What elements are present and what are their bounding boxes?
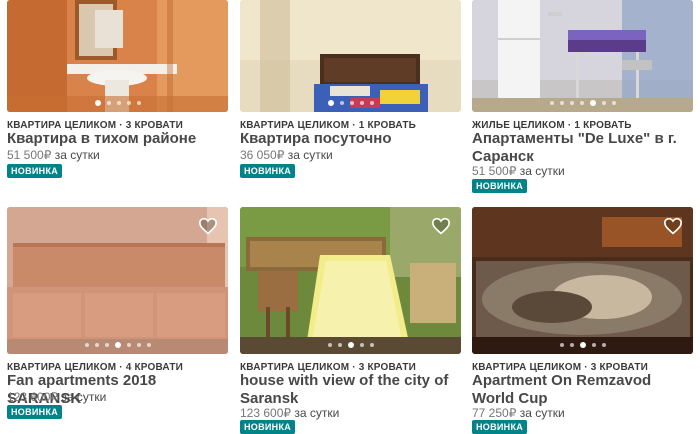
listing-title[interactable]: Апартаменты "De Luxe" в г. Саранск (472, 130, 693, 166)
listing-card[interactable]: КВАРТИРА ЦЕЛИКОМ · 1 КРОВАТЬ Квартира по… (240, 0, 461, 180)
bedroom-photo-icon (472, 207, 693, 354)
listing-photo[interactable] (240, 207, 461, 354)
listing-price: 51 500₽ за сутки (7, 148, 100, 162)
listing-photo[interactable] (472, 207, 693, 354)
new-badge: НОВИНКА (7, 405, 63, 419)
carousel-dots[interactable] (472, 342, 693, 348)
listing-price: 36 050₽ за сутки (240, 148, 333, 162)
listing-title[interactable]: Квартира посуточно (240, 130, 461, 148)
new-badge: НОВИНКА (240, 164, 296, 178)
dining-photo-icon (240, 207, 461, 354)
listing-card[interactable]: ЖИЛЬЕ ЦЕЛИКОМ · 1 КРОВАТЬ Апартаменты "D… (472, 0, 693, 195)
listing-price: 123 600₽ за сутки (240, 406, 340, 420)
listing-title[interactable]: house with view of the city of Saransk (240, 372, 461, 408)
kitchen-photo-icon (472, 0, 693, 112)
new-badge: НОВИНКА (240, 420, 296, 434)
listing-card[interactable]: КВАРТИРА ЦЕЛИКОМ · 3 КРОВАТИ Apartment O… (472, 207, 693, 434)
carousel-dots[interactable] (7, 100, 228, 106)
carousel-dots[interactable] (7, 342, 228, 348)
carousel-dots[interactable] (240, 342, 461, 348)
listing-photo[interactable] (472, 0, 693, 112)
listing-card[interactable]: КВАРТИРА ЦЕЛИКОМ · 3 КРОВАТИ house with … (240, 207, 461, 434)
listing-price: 77 250₽ за сутки (472, 406, 565, 420)
heart-icon[interactable] (198, 217, 218, 235)
new-badge: НОВИНКА (472, 420, 528, 434)
bathroom-photo-icon (7, 0, 228, 112)
listing-price: 51 500₽ за сутки (472, 164, 565, 178)
sofa-photo-icon (7, 207, 228, 354)
new-badge: НОВИНКА (7, 164, 63, 178)
listing-photo[interactable] (240, 0, 461, 112)
listing-photo[interactable] (7, 207, 228, 354)
heart-icon[interactable] (431, 217, 451, 235)
carousel-dots[interactable] (240, 100, 461, 106)
bedroom-photo-icon (240, 0, 461, 112)
listing-price: 123 600₽ за сутки (7, 390, 107, 404)
listing-card[interactable]: КВАРТИРА ЦЕЛИКОМ · 3 КРОВАТИ Квартира в … (7, 0, 228, 180)
heart-icon[interactable] (663, 217, 683, 235)
listing-title[interactable]: Квартира в тихом районе (7, 130, 228, 148)
new-badge: НОВИНКА (472, 179, 528, 193)
listing-card[interactable]: КВАРТИРА ЦЕЛИКОМ · 4 КРОВАТИ Fan apartme… (7, 207, 228, 431)
listing-photo[interactable] (7, 0, 228, 112)
carousel-dots[interactable] (472, 100, 693, 106)
listing-title[interactable]: Apartment On Remzavod World Cup (472, 372, 693, 408)
